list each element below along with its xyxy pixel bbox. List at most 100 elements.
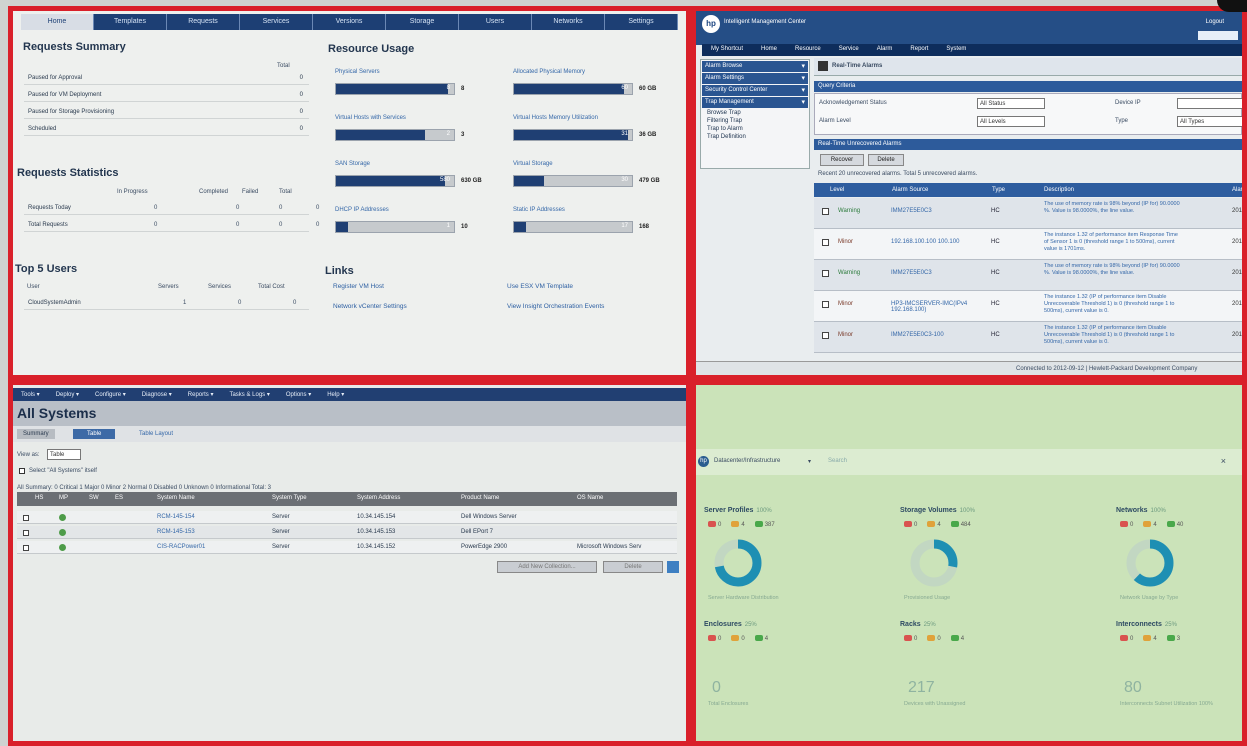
- alarm-source-link[interactable]: HP3-IMCSERVER-IMC(IPv4 192.168.100): [891, 301, 983, 313]
- card-title[interactable]: Storage Volumes 100%: [900, 507, 1080, 514]
- tab-storage[interactable]: Storage: [386, 14, 459, 30]
- orchestration-events-link[interactable]: View Insight Orchestration Events: [507, 303, 604, 310]
- chevron-down-icon[interactable]: ▾: [808, 458, 811, 465]
- table-row[interactable]: CIS-RACPower01 Server 10.34.145.152 PowerEd…: [17, 541, 677, 554]
- type-select[interactable]: All Types: [1177, 116, 1242, 127]
- tab-templates[interactable]: Templates: [94, 14, 167, 30]
- scroll-icon[interactable]: [667, 561, 679, 573]
- alarm-source-link[interactable]: IMM27E5E0C3: [891, 208, 983, 214]
- view-as-select[interactable]: Table: [47, 449, 81, 460]
- nav-alarm[interactable]: Alarm: [868, 44, 902, 56]
- menu-item[interactable]: Reports ▾: [180, 388, 222, 401]
- card-server-profiles[interactable]: Server Profiles 100% 0 4 387 Server Hardware …: [704, 507, 884, 617]
- system-name-link[interactable]: CIS-RACPower01: [157, 544, 205, 550]
- sidebar-item[interactable]: Browse Trap: [701, 109, 809, 117]
- card-interconnects[interactable]: Interconnects 25% 0 4 3 80 Interconnects Subne…: [1116, 621, 1242, 731]
- system-name-link[interactable]: RCM-145-153: [157, 529, 195, 535]
- sidebar-item[interactable]: Trap Definition: [701, 133, 809, 141]
- scope-selector[interactable]: Datacenter/Infrastructure: [714, 458, 780, 464]
- card-title[interactable]: Interconnects 25%: [1116, 621, 1242, 628]
- card-networks[interactable]: Networks 100% 0 4 40 Network Usage by Type: [1116, 507, 1242, 617]
- card-title[interactable]: Racks 25%: [900, 621, 1080, 628]
- row-checkbox[interactable]: [23, 530, 29, 536]
- tab-services[interactable]: Services: [240, 14, 313, 30]
- table-row[interactable]: RCM-145-154 Server 10.34.145.154 Dell Windo…: [17, 511, 677, 524]
- card-title[interactable]: Server Profiles 100%: [704, 507, 884, 514]
- nav-home[interactable]: Home: [752, 44, 786, 56]
- card-title[interactable]: Networks 100%: [1116, 507, 1242, 514]
- alarm-level-select[interactable]: All Levels: [977, 116, 1045, 127]
- add-collection-button[interactable]: Add New Collection...: [497, 561, 597, 573]
- nav-system[interactable]: System: [937, 44, 975, 56]
- row-checkbox[interactable]: [822, 301, 829, 308]
- sidebar-section[interactable]: Security Control Center: [702, 85, 808, 96]
- imc-header: hp Intelligent Management Center Logout: [696, 11, 1242, 45]
- alarm-row[interactable]: Warning IMM27E5E0C3 HC The use of memory ra…: [814, 198, 1242, 229]
- row-checkbox[interactable]: [822, 270, 829, 277]
- alarm-description[interactable]: The instance 1.32 of performance item Re…: [1044, 232, 1184, 253]
- card-enclosures[interactable]: Enclosures 25% 0 0 4 0 Total Enclosures: [704, 621, 884, 731]
- alarm-row[interactable]: Minor IMM27E5E0C3-100 HC The instance 1.32 …: [814, 322, 1242, 353]
- delete-button[interactable]: Delete: [868, 154, 904, 166]
- nav-my-shortcut[interactable]: My Shortcut: [702, 44, 752, 56]
- alarm-source-link[interactable]: IMM27E5E0C3: [891, 270, 983, 276]
- recover-button[interactable]: Recover: [820, 154, 864, 166]
- sidebar-section[interactable]: Alarm Settings: [702, 73, 808, 84]
- row-checkbox[interactable]: [822, 332, 829, 339]
- tab-table[interactable]: Table: [73, 429, 116, 439]
- sidebar-item[interactable]: Trap to Alarm: [701, 125, 809, 133]
- tab-requests[interactable]: Requests: [167, 14, 240, 30]
- close-icon[interactable]: ×: [1221, 456, 1226, 466]
- row-checkbox[interactable]: [23, 515, 29, 521]
- sidebar-section[interactable]: Trap Management: [702, 97, 808, 108]
- menu-item[interactable]: Tools ▾: [13, 388, 48, 401]
- card-storage-volumes[interactable]: Storage Volumes 100% 0 4 484 Provisioned Usag…: [900, 507, 1080, 617]
- alarm-source-link[interactable]: 192.168.100.100 100.100: [891, 239, 983, 245]
- nav-resource[interactable]: Resource: [786, 44, 830, 56]
- select-all-checkbox[interactable]: [19, 468, 25, 474]
- alarm-source-link[interactable]: IMM27E5E0C3-100: [891, 332, 983, 338]
- device-ip-input[interactable]: [1177, 98, 1242, 109]
- sidebar-item[interactable]: Filtering Trap: [701, 117, 809, 125]
- logout-link[interactable]: Logout: [1206, 19, 1224, 25]
- sidebar-section[interactable]: Alarm Browse: [702, 61, 808, 72]
- menu-item[interactable]: Options ▾: [278, 388, 319, 401]
- card-subtitle: 100%: [959, 508, 976, 514]
- nav-service[interactable]: Service: [830, 44, 868, 56]
- alarm-description[interactable]: The instance 1.32 (IP of performance ite…: [1044, 294, 1184, 315]
- alarm-description[interactable]: The use of memory rate is 98% beyond (IP…: [1044, 263, 1184, 277]
- alarm-description[interactable]: The instance 1.32 (IP of performance ite…: [1044, 325, 1184, 346]
- alarm-row[interactable]: Minor HP3-IMCSERVER-IMC(IPv4 192.168.100)…: [814, 291, 1242, 322]
- alarm-row[interactable]: Warning IMM27E5E0C3 HC The use of memory ra…: [814, 260, 1242, 291]
- tab-users[interactable]: Users: [459, 14, 532, 30]
- menu-item[interactable]: Configure ▾: [87, 388, 134, 401]
- delete-button[interactable]: Delete: [603, 561, 663, 573]
- ack-status-select[interactable]: All Status: [977, 98, 1045, 109]
- menu-item[interactable]: Help ▾: [319, 388, 352, 401]
- use-esx-template-link[interactable]: Use ESX VM Template: [507, 283, 573, 290]
- search-input[interactable]: Search: [828, 458, 847, 464]
- tab-networks[interactable]: Networks: [532, 14, 605, 30]
- tab-settings[interactable]: Settings: [605, 14, 678, 30]
- tab-summary[interactable]: Summary: [17, 429, 55, 439]
- menu-item[interactable]: Deploy ▾: [48, 388, 87, 401]
- systems-col-header: OS Name: [577, 495, 604, 501]
- card-title[interactable]: Enclosures 25%: [704, 621, 884, 628]
- tab-versions[interactable]: Versions: [313, 14, 386, 30]
- row-checkbox[interactable]: [822, 208, 829, 215]
- system-name-link[interactable]: RCM-145-154: [157, 514, 195, 520]
- menu-item[interactable]: Diagnose ▾: [134, 388, 180, 401]
- nav-report[interactable]: Report: [901, 44, 937, 56]
- tab-table-layout[interactable]: Table Layout: [137, 429, 175, 439]
- menu-item[interactable]: Tasks & Logs ▾: [221, 388, 277, 401]
- card-racks[interactable]: Racks 25% 0 0 4 217 Devices with Unassigned: [900, 621, 1080, 731]
- row-checkbox[interactable]: [23, 545, 29, 551]
- table-row[interactable]: RCM-145-153 Server 10.34.145.153 Dell EPort…: [17, 526, 677, 539]
- register-vm-host-link[interactable]: Register VM Host: [333, 283, 384, 290]
- row-checkbox[interactable]: [822, 239, 829, 246]
- alarm-row[interactable]: Minor 192.168.100.100 100.100 HC The instan…: [814, 229, 1242, 260]
- alarm-description[interactable]: The use of memory rate is 98% beyond (IP…: [1044, 201, 1184, 215]
- search-input[interactable]: [1198, 31, 1238, 40]
- tab-home[interactable]: Home: [21, 14, 94, 30]
- vcenter-settings-link[interactable]: Network vCenter Settings: [333, 303, 407, 310]
